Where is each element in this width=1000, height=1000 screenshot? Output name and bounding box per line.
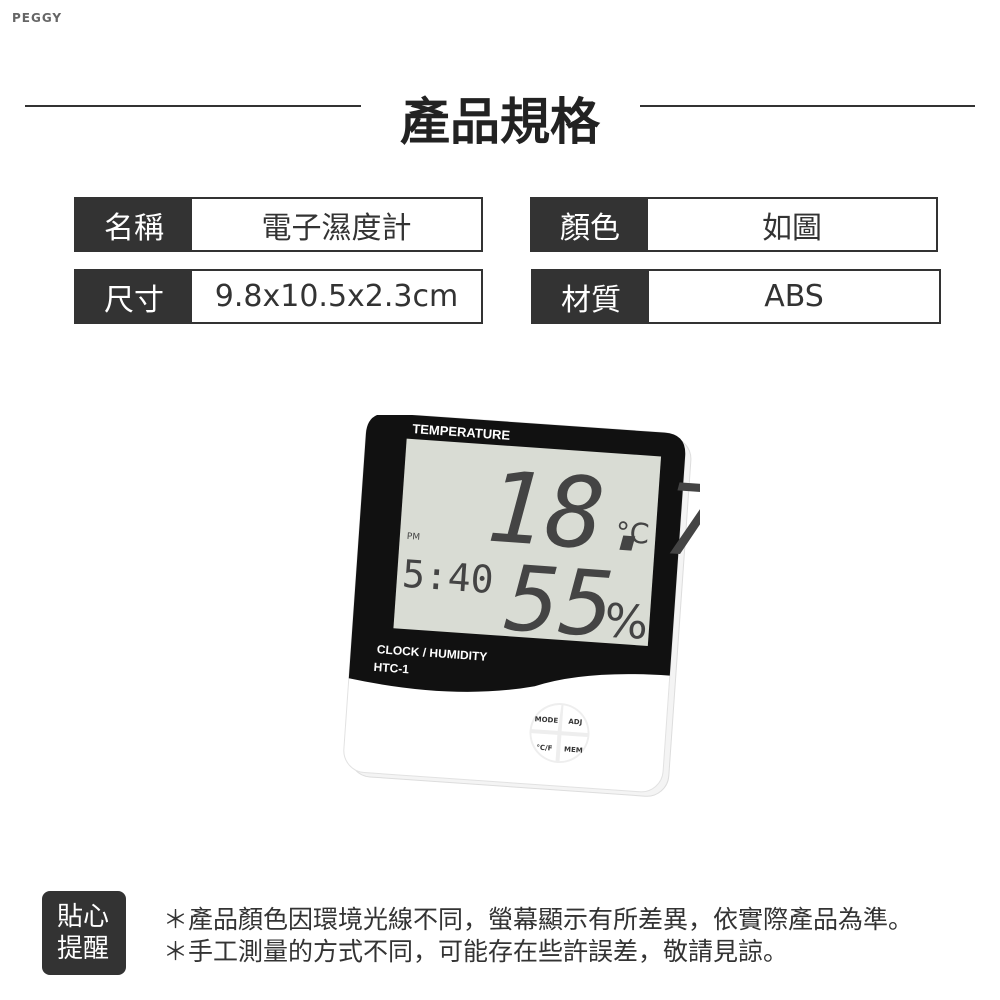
spec-value: ABS	[764, 279, 824, 314]
page-title: 產品規格	[400, 93, 600, 151]
notes-heading: 貼心 提醒	[42, 891, 126, 975]
spec-label: 尺寸	[76, 271, 192, 322]
humidity-unit: %	[603, 593, 650, 650]
pm-indicator: PM	[406, 532, 420, 543]
spec-row-name: 名稱 電子濕度計	[74, 197, 483, 252]
mem-button: MEM	[564, 745, 583, 754]
model-label: HTC-1	[373, 660, 410, 676]
brand-label: PEGGY	[12, 11, 63, 25]
spec-row-size: 尺寸 9.8x10.5x2.3cm	[74, 269, 483, 324]
mode-button: MODE	[534, 715, 558, 725]
note-item: ＊產品顏色因環境光線不同，螢幕顯示有所差異，依實際產品為準。	[163, 905, 914, 934]
spec-label: 顏色	[532, 199, 648, 250]
spec-value: 9.8x10.5x2.3cm	[214, 279, 459, 314]
spec-value: 如圖	[762, 210, 822, 246]
spec-value: 電子濕度計	[261, 210, 412, 246]
spec-label: 名稱	[76, 199, 192, 250]
temp-unit: °C	[615, 516, 651, 551]
spec-row-material: 材質 ABS	[531, 269, 941, 324]
humidity-readout: 55	[502, 546, 617, 658]
product-image-hygrometer: TEMPERATURE 18.7 °C PM 5:40 55 % CLOCK /…	[343, 415, 700, 797]
unit-toggle-button: °C/F	[536, 743, 553, 752]
notes-heading-line1: 貼心	[57, 902, 110, 932]
spec-label: 材質	[533, 271, 649, 322]
adj-button: ADJ	[568, 718, 582, 727]
time-readout: 5:40	[401, 552, 495, 602]
spec-row-color: 顏色 如圖	[530, 197, 938, 252]
note-item: ＊手工測量的方式不同，可能存在些許誤差，敬請見諒。	[163, 937, 789, 966]
notes-heading-line2: 提醒	[57, 934, 110, 964]
